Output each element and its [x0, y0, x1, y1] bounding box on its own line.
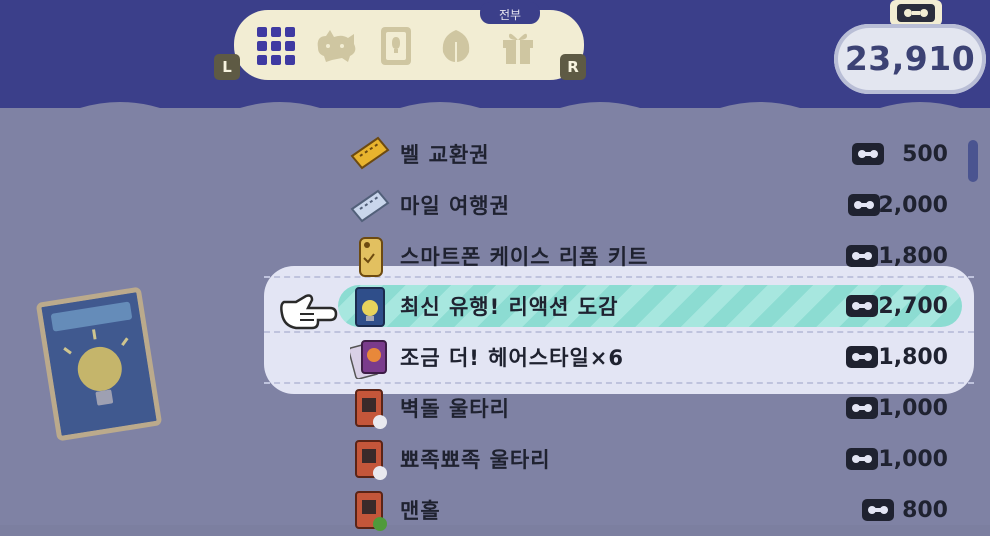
item-name: 맨홀 — [400, 499, 441, 523]
tab-card[interactable] — [374, 24, 418, 68]
miles-ticket-icon — [848, 194, 880, 216]
item-name: 마일 여행권 — [400, 194, 510, 218]
manhole-icon — [355, 491, 387, 531]
points-badge: 23,910 — [834, 24, 986, 94]
tab-label: 전부 — [480, 2, 540, 24]
preview-item-card — [35, 286, 163, 442]
item-name: 조금 더! 헤어스타일×6 — [400, 346, 624, 370]
list-item[interactable]: 벨 교환권 500 — [344, 130, 956, 180]
phone-case-icon — [359, 237, 383, 277]
leaf-icon — [442, 30, 470, 62]
pointer-hand-icon — [280, 294, 338, 330]
item-price: 1,800 — [878, 345, 948, 370]
list-scrollbar[interactable] — [968, 140, 978, 525]
tab-raccoon[interactable] — [314, 24, 358, 68]
ticket-icon — [350, 189, 390, 223]
hairstyle-book-icon — [350, 340, 387, 379]
fence-icon — [355, 389, 387, 429]
miles-ticket-icon — [852, 143, 884, 165]
item-price: 1,000 — [878, 396, 948, 421]
raccoon-icon — [317, 30, 356, 62]
item-price: 2,000 — [878, 193, 948, 218]
reaction-book-icon — [355, 287, 385, 327]
list-item[interactable]: 맨홀 800 — [344, 486, 956, 536]
miles-ticket-icon — [862, 499, 894, 521]
category-tab-bar: 전부 — [234, 2, 584, 80]
shoulder-l-button[interactable]: L — [214, 54, 240, 80]
miles-ticket-icon — [846, 448, 878, 470]
points-value: 23,910 — [844, 39, 976, 78]
list-item[interactable]: 뾰족뾰족 울타리 1,000 — [344, 435, 956, 485]
tab-all[interactable] — [254, 24, 298, 68]
item-name: 최신 유행! 리액션 도감 — [400, 295, 619, 319]
tab-leaf[interactable] — [434, 24, 478, 68]
list-item[interactable]: 마일 여행권 2,000 — [344, 181, 956, 231]
tab-gift[interactable] — [496, 24, 540, 68]
miles-ticket-icon — [846, 245, 878, 267]
item-name: 벨 교환권 — [400, 143, 490, 167]
list-item[interactable]: 스마트폰 케이스 리폼 키트 1,800 — [344, 232, 956, 282]
item-price: 1,800 — [878, 244, 948, 269]
miles-ticket-icon — [846, 346, 878, 368]
item-price: 500 — [902, 142, 948, 167]
miles-ticket-icon — [846, 295, 878, 317]
item-price: 2,700 — [878, 294, 948, 319]
grid-icon — [257, 27, 295, 65]
reaction-book-preview-icon — [41, 292, 157, 436]
item-name: 스마트폰 케이스 리폼 키트 — [400, 245, 649, 269]
item-price: 800 — [902, 498, 948, 523]
miles-ticket-icon — [846, 397, 878, 419]
miles-ticket-icon — [890, 0, 942, 26]
bell-ticket-icon — [350, 136, 390, 170]
gift-icon — [503, 33, 533, 64]
item-price: 1,000 — [878, 447, 948, 472]
scroll-thumb[interactable] — [968, 140, 978, 182]
item-name: 벽돌 울타리 — [400, 397, 510, 421]
list-item[interactable]: 벽돌 울타리 1,000 — [344, 384, 956, 434]
shoulder-r-button[interactable]: R — [560, 54, 586, 80]
list-item-selected[interactable]: 최신 유행! 리액션 도감 2,700 — [344, 282, 956, 332]
card-icon — [381, 27, 411, 65]
item-name: 뾰족뾰족 울타리 — [400, 448, 551, 472]
list-item[interactable]: 조금 더! 헤어스타일×6 1,800 — [344, 333, 956, 383]
fence-icon — [355, 440, 387, 480]
